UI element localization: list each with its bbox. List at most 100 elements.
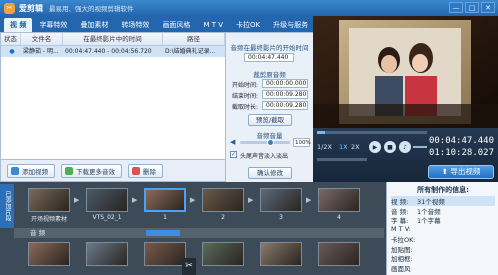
info-key: 音 频: xyxy=(391,207,409,216)
clip-thumbnail[interactable] xyxy=(202,242,244,266)
preview-trim-button[interactable]: 预览/截取 xyxy=(248,114,292,126)
fade-checkbox[interactable]: ✓ xyxy=(230,151,237,158)
add-video-label: 添加视频 xyxy=(22,167,48,176)
file-status-icon: ● xyxy=(9,48,15,55)
clip-thumbnail[interactable] xyxy=(86,188,128,212)
speed-half[interactable]: 1/2X xyxy=(317,143,332,151)
duration-label: 截取时长: xyxy=(232,104,259,111)
start-time-input[interactable]: 00:04:47.440 xyxy=(244,53,294,62)
trim-start-input[interactable]: 00:00:00.000 xyxy=(262,79,308,88)
info-row: 画面风格:1个滤镜 xyxy=(391,263,441,275)
file-list: 状态 文件名 在最终影片中的时间 路径 ● 梁静茹 - 明... 00:04:4… xyxy=(0,32,226,160)
tab-overlay-material[interactable]: 叠加素材 xyxy=(74,18,114,32)
tab-subtitle-effects[interactable]: 字幕特效 xyxy=(33,18,73,32)
start-time-label: 开始时间: xyxy=(232,82,259,89)
volume-slider-handle[interactable] xyxy=(267,139,274,146)
volume-slider[interactable] xyxy=(240,141,290,144)
trim-heading: 裁剪原音频 xyxy=(253,71,286,79)
tab-video[interactable]: 视 频 xyxy=(4,18,33,32)
play-button[interactable]: ▶ xyxy=(369,141,381,153)
player-volume-slider[interactable] xyxy=(413,146,427,148)
maximize-button[interactable]: □ xyxy=(465,2,479,13)
clip-thumbnail[interactable] xyxy=(260,242,302,266)
transition-arrow-icon[interactable]: ▶ xyxy=(248,196,253,204)
trim-end-input[interactable]: 00:00:09.280 xyxy=(262,90,308,99)
download-effects-button[interactable]: 下载更多音效 xyxy=(61,163,122,178)
add-video-button[interactable]: 添加视频 xyxy=(7,163,55,178)
info-row: 视 频: 31个视频 xyxy=(391,196,495,206)
transition-arrow-icon[interactable]: ▶ xyxy=(306,196,311,204)
volume-value[interactable]: 100% xyxy=(293,138,311,147)
scissors-icon[interactable]: ✂ xyxy=(182,258,196,275)
clip-thumbnail[interactable] xyxy=(202,188,244,212)
audio-track[interactable] xyxy=(14,228,384,238)
close-button[interactable]: ✕ xyxy=(481,2,495,13)
tab-transition-effects[interactable]: 转场特效 xyxy=(115,18,155,32)
transition-arrow-icon[interactable]: ▶ xyxy=(74,196,79,204)
info-value: 1个字幕 xyxy=(417,217,441,225)
info-title: 所有制作的信息: xyxy=(417,186,469,194)
stop-button[interactable]: ■ xyxy=(384,141,396,153)
tab-mtv[interactable]: M T V xyxy=(197,18,229,32)
duration-input[interactable]: 00:00:09.280 xyxy=(262,101,308,110)
app-slogan: 最易用、强大的视频剪辑软件 xyxy=(49,5,134,13)
export-video-label: 导出视频 xyxy=(450,167,481,176)
clip-label: 4 xyxy=(337,214,341,221)
clip-thumbnail[interactable] xyxy=(318,242,360,266)
current-time: 00:04:47.440 xyxy=(428,136,494,146)
clip-thumbnail[interactable] xyxy=(28,188,70,212)
clip-thumbnail[interactable] xyxy=(144,242,186,266)
audio-track-label: 音 频 xyxy=(30,229,46,237)
download-icon xyxy=(65,166,73,175)
header-status[interactable]: 状态 xyxy=(1,33,21,45)
transition-arrow-icon[interactable]: ▶ xyxy=(132,196,137,204)
audio-clip-bar[interactable] xyxy=(146,230,180,236)
delete-label: 删除 xyxy=(143,167,156,176)
clip-thumbnail[interactable] xyxy=(260,188,302,212)
clip-label: VTS_02_1 xyxy=(92,214,122,221)
header-path[interactable]: 路径 xyxy=(163,33,225,45)
tab-karaoke[interactable]: 卡拉OK xyxy=(230,18,266,32)
header-filename[interactable]: 文件名 xyxy=(21,33,63,45)
volume-icon: ◀ xyxy=(230,138,236,146)
delete-icon xyxy=(132,166,140,175)
speed-1x[interactable]: 1X xyxy=(339,143,348,151)
info-key: 画面风格: xyxy=(391,264,411,275)
audio-settings-panel: 音频在最终影片的开始时间 00:04:47.440 裁剪原音频 开始时间: 00… xyxy=(226,32,313,182)
info-key: 加相框: xyxy=(391,255,413,263)
clip-thumbnail[interactable] xyxy=(318,188,360,212)
app-logo-icon: ✂ xyxy=(4,2,15,14)
header-time[interactable]: 在最终影片中的时间 xyxy=(63,33,163,45)
export-video-button[interactable]: ⬆ 导出视频 xyxy=(428,165,494,179)
info-row: 加相框: xyxy=(391,253,417,263)
title-bar: ✂ 爱剪辑 最易用、强大的视频剪辑软件 — □ ✕ xyxy=(0,0,498,16)
seek-bar[interactable] xyxy=(317,131,427,134)
info-row: 加贴图: xyxy=(391,244,417,254)
info-key: 视 频: xyxy=(391,198,409,206)
tab-picture-style[interactable]: 画面风格 xyxy=(156,18,196,32)
clip-thumbnail[interactable] xyxy=(144,188,186,212)
fine-seek-slider[interactable] xyxy=(317,158,367,161)
info-key: 卡拉OK: xyxy=(391,236,416,244)
seek-progress xyxy=(317,131,325,134)
app-name: 爱剪辑 xyxy=(19,3,43,13)
delete-button[interactable]: 删除 xyxy=(128,163,163,178)
speed-2x[interactable]: 2X xyxy=(351,143,360,151)
info-row: M T V: xyxy=(391,225,417,233)
minimize-button[interactable]: — xyxy=(449,2,463,13)
file-row[interactable]: ● 梁静茹 - 明... 00:04:47.440 - 00:04:56.720… xyxy=(1,46,225,57)
info-row: 字 幕: 1个字幕 xyxy=(391,215,441,225)
clip-thumbnail[interactable] xyxy=(28,242,70,266)
confirm-button[interactable]: 确认修改 xyxy=(248,167,292,179)
clip-thumbnail[interactable] xyxy=(86,242,128,266)
file-list-header: 状态 文件名 在最终影片中的时间 路径 xyxy=(1,33,225,46)
transition-arrow-icon[interactable]: ▶ xyxy=(190,196,195,204)
video-preview[interactable] xyxy=(313,16,498,128)
total-time: 01:10:28.027 xyxy=(428,148,494,158)
tab-upgrade-service[interactable]: 升级与服务 xyxy=(267,18,314,32)
added-clips-tab[interactable]: 已添加片段 xyxy=(0,184,14,228)
volume-button[interactable]: ♪ xyxy=(399,141,411,153)
clip-label: 3 xyxy=(279,214,283,221)
file-name: 梁静茹 - 明... xyxy=(23,48,59,55)
info-key: M T V: xyxy=(391,224,411,233)
